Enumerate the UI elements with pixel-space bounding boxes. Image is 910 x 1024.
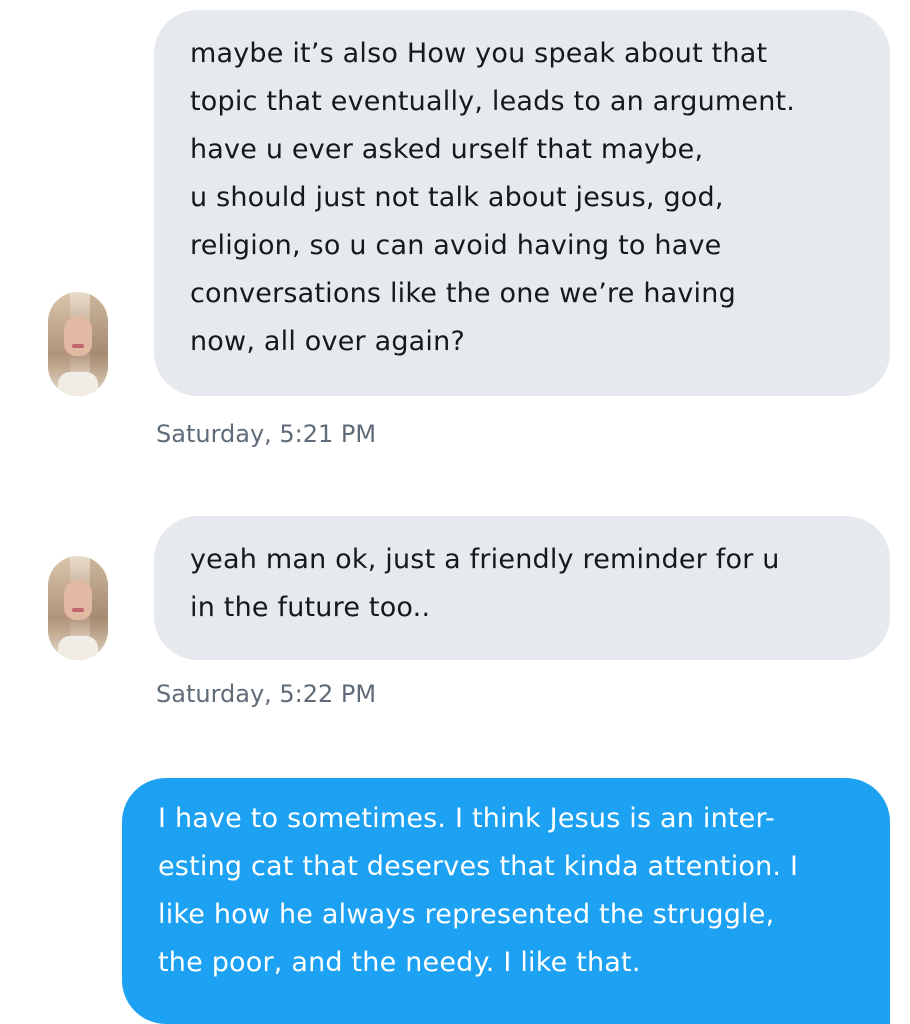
incoming-message-bubble[interactable]: maybe it’s also How you speak about that… <box>154 10 890 396</box>
message-text-line: now, all over again? <box>190 326 465 357</box>
avatar-face <box>64 580 92 620</box>
message-text-line: I have to sometimes. I think Jesus is an… <box>158 803 775 834</box>
avatar-shirt <box>58 372 98 396</box>
message-text-line: topic that eventually, leads to an argum… <box>190 86 796 117</box>
avatar-lips <box>72 608 84 612</box>
contact-avatar[interactable] <box>48 556 108 660</box>
avatar-face <box>64 316 92 356</box>
message-text-line: esting cat that deserves that kinda atte… <box>158 851 799 882</box>
message-timestamp: Saturday, 5:22 PM <box>156 680 377 708</box>
outgoing-message-bubble[interactable]: I have to sometimes. I think Jesus is an… <box>122 778 890 1024</box>
incoming-message-bubble[interactable]: yeah man ok, just a friendly reminder fo… <box>154 516 890 660</box>
avatar-lips <box>72 344 84 348</box>
contact-avatar[interactable] <box>48 292 108 396</box>
message-text-line: maybe it’s also How you speak about that <box>190 38 768 69</box>
message-text-line: conversations like the one we’re having <box>190 278 736 309</box>
message-text-line: religion, so u can avoid having to have <box>190 230 722 261</box>
message-text-line: have u ever asked urself that maybe, <box>190 134 704 165</box>
message-text-line: like how he always represented the strug… <box>158 899 775 930</box>
message-text-line: the poor, and the needy. I like that. <box>158 947 641 978</box>
message-text-line: in the future too.. <box>190 592 431 623</box>
avatar-shirt <box>58 636 98 660</box>
message-text-line: u should just not talk about jesus, god, <box>190 182 724 213</box>
message-text-line: yeah man ok, just a friendly reminder fo… <box>190 544 780 575</box>
message-timestamp: Saturday, 5:21 PM <box>156 420 377 448</box>
